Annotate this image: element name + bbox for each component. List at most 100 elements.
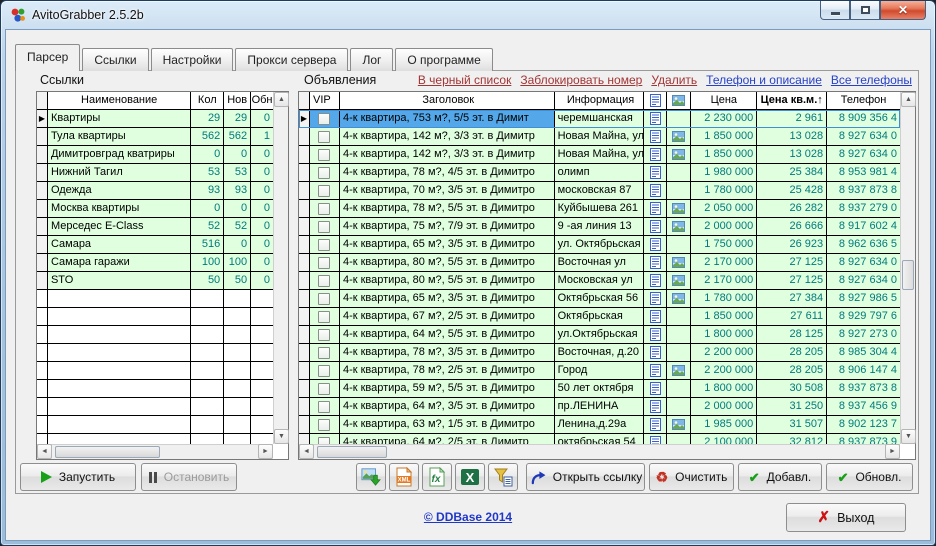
document-icon[interactable]	[644, 128, 667, 146]
ads-table-row[interactable]: 4-к квартира, 78 м?, 5/5 эт. в ДимитроКу…	[299, 200, 900, 218]
document-icon[interactable]	[644, 326, 667, 344]
column-header-vip[interactable]: VIP	[310, 92, 340, 110]
tab-4[interactable]: Прокси сервера	[235, 48, 348, 71]
close-button[interactable]: ✕	[880, 1, 926, 20]
copyright-link[interactable]: © DDBase 2014	[424, 510, 512, 524]
document-icon[interactable]	[644, 182, 667, 200]
vip-checkbox[interactable]	[318, 347, 330, 359]
vip-checkbox[interactable]	[318, 311, 330, 323]
image-icon[interactable]	[667, 128, 691, 146]
column-header-nov[interactable]: Нов	[224, 92, 251, 110]
document-icon[interactable]	[644, 362, 667, 380]
vip-checkbox[interactable]	[318, 401, 330, 413]
scroll-up-icon[interactable]: ▲	[901, 92, 916, 107]
column-header-kol[interactable]: Кол	[191, 92, 224, 110]
update-button[interactable]: ✔ Обновл.	[826, 463, 913, 491]
ads-table-row[interactable]: 4-к квартира, 64 м?, 3/5 эт. в Димитропр…	[299, 398, 900, 416]
ads-table-row[interactable]: 4-к квартира, 59 м?, 5/5 эт. в Димитро50…	[299, 380, 900, 398]
vip-checkbox[interactable]	[318, 113, 330, 125]
image-icon[interactable]	[667, 272, 691, 290]
scrollbar-thumb[interactable]	[317, 446, 387, 458]
scroll-left-icon[interactable]: ◄	[37, 444, 52, 459]
ads-table-row[interactable]: 4-к квартира, 64 м?, 2/5 эт. в Димитрокт…	[299, 434, 900, 444]
scroll-right-icon[interactable]: ►	[885, 444, 900, 459]
vip-checkbox[interactable]	[318, 239, 330, 251]
image-download-button[interactable]	[356, 463, 386, 491]
clear-button[interactable]: ♻ Очистить	[649, 463, 734, 491]
vip-checkbox[interactable]	[318, 131, 330, 143]
links-table-row[interactable]: Димитровград кватриры000	[37, 146, 273, 164]
excel-function-export-button[interactable]: fx	[422, 463, 452, 491]
vip-checkbox[interactable]	[318, 167, 330, 179]
scroll-up-icon[interactable]: ▲	[274, 92, 289, 107]
document-icon[interactable]	[644, 434, 667, 444]
scroll-down-icon[interactable]: ▼	[274, 429, 289, 444]
document-icon[interactable]	[644, 308, 667, 326]
stop-button[interactable]: Остановить	[141, 463, 237, 491]
xml-export-button[interactable]: XML	[389, 463, 419, 491]
image-icon[interactable]	[667, 218, 691, 236]
tab-6[interactable]: О программе	[395, 48, 492, 71]
scroll-down-icon[interactable]: ▼	[901, 429, 916, 444]
tab-3[interactable]: Настройки	[151, 48, 234, 71]
links-table-row[interactable]: ▶Квартиры29290	[37, 110, 273, 128]
ads-table-row[interactable]: 4-к квартира, 80 м?, 5/5 эт. в ДимитроВо…	[299, 254, 900, 272]
ads-table-row[interactable]: 4-к квартира, 65 м?, 3/5 эт. в ДимитроОк…	[299, 290, 900, 308]
action-link-blue-2[interactable]: Все телефоны	[831, 73, 912, 87]
minimize-button[interactable]	[820, 1, 850, 20]
links-table-row[interactable]: Одежда93930	[37, 182, 273, 200]
vip-checkbox[interactable]	[318, 185, 330, 197]
scrollbar-thumb[interactable]	[902, 260, 914, 290]
vip-checkbox[interactable]	[318, 365, 330, 377]
vip-checkbox[interactable]	[318, 293, 330, 305]
links-table-row[interactable]: Нижний Тагил53530	[37, 164, 273, 182]
tab-5[interactable]: Лог	[350, 48, 393, 71]
image-icon[interactable]	[667, 416, 691, 434]
links-table-row[interactable]: Самара гаражи1001000	[37, 254, 273, 272]
image-icon[interactable]	[667, 146, 691, 164]
document-icon[interactable]	[644, 416, 667, 434]
column-header-info[interactable]: Информация	[555, 92, 645, 110]
image-icon[interactable]	[667, 290, 691, 308]
ads-table-row[interactable]: 4-к квартира, 142 м?, 3/3 эт. в ДимитрНо…	[299, 146, 900, 164]
tab-1[interactable]: Парсер	[15, 44, 80, 71]
ads-table-row[interactable]: 4-к квартира, 78 м?, 3/5 эт. в ДимитроВо…	[299, 344, 900, 362]
links-table-row[interactable]: STO50500	[37, 272, 273, 290]
vip-checkbox[interactable]	[318, 275, 330, 287]
links-table-row[interactable]: Москва квартиры000	[37, 200, 273, 218]
ads-grid-vscrollbar[interactable]: ▲ ▼	[900, 92, 915, 444]
action-link-blue-1[interactable]: Телефон и описание	[706, 73, 822, 87]
excel-export-button[interactable]: X	[455, 463, 485, 491]
links-table-row[interactable]: Тула квартиры5625621	[37, 128, 273, 146]
links-grid-hscrollbar[interactable]: ◄ ►	[37, 444, 273, 459]
scroll-right-icon[interactable]: ►	[258, 444, 273, 459]
ads-table-row[interactable]: 4-к квартира, 80 м?, 5/5 эт. в ДимитроМо…	[299, 272, 900, 290]
vip-checkbox[interactable]	[318, 257, 330, 269]
column-header-sqm[interactable]: Цена кв.м.↑	[757, 92, 827, 110]
document-icon[interactable]	[644, 218, 667, 236]
document-icon[interactable]	[644, 344, 667, 362]
action-link-red-2[interactable]: Заблокировать номер	[520, 73, 642, 87]
document-icon[interactable]	[644, 254, 667, 272]
ads-table-row[interactable]: 4-к квартира, 63 м?, 1/5 эт. в ДимитроЛе…	[299, 416, 900, 434]
document-icon[interactable]	[644, 236, 667, 254]
scrollbar-thumb[interactable]	[55, 446, 160, 458]
ads-table-row[interactable]: 4-к квартира, 64 м?, 5/5 эт. в Димитроул…	[299, 326, 900, 344]
vip-checkbox[interactable]	[318, 149, 330, 161]
column-header-phone[interactable]: Телефон	[827, 92, 900, 110]
image-icon[interactable]	[667, 200, 691, 218]
column-header-obn[interactable]: Обн	[251, 92, 273, 110]
image-icon[interactable]	[667, 254, 691, 272]
vip-checkbox[interactable]	[318, 221, 330, 233]
start-button[interactable]: Запустить	[20, 463, 136, 491]
restore-button[interactable]	[850, 1, 880, 20]
document-icon[interactable]	[644, 110, 667, 128]
ads-table-row[interactable]: 4-к квартира, 78 м?, 4/5 эт. в Димитроол…	[299, 164, 900, 182]
column-header-img image-icon[interactable]	[667, 92, 691, 110]
ads-table-row[interactable]: 4-к квартира, 70 м?, 3/5 эт. в Димитромо…	[299, 182, 900, 200]
document-icon[interactable]	[644, 398, 667, 416]
add-button[interactable]: ✔ Добавл.	[738, 463, 822, 491]
ads-table-row[interactable]: 4-к квартира, 67 м?, 2/5 эт. в ДимитроОк…	[299, 308, 900, 326]
scroll-left-icon[interactable]: ◄	[299, 444, 314, 459]
column-header-price[interactable]: Цена	[691, 92, 757, 110]
